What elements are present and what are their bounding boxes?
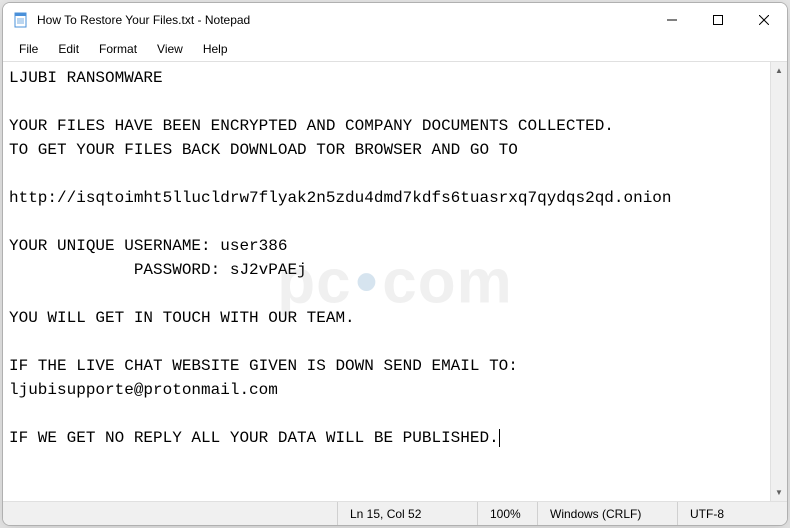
window-controls	[649, 3, 787, 37]
text-editor[interactable]: LJUBI RANSOMWARE YOUR FILES HAVE BEEN EN…	[3, 62, 770, 501]
editor-content: LJUBI RANSOMWARE YOUR FILES HAVE BEEN EN…	[9, 69, 672, 447]
menu-view[interactable]: View	[147, 39, 193, 59]
status-zoom: 100%	[477, 502, 537, 525]
status-encoding: UTF-8	[677, 502, 787, 525]
menu-edit[interactable]: Edit	[48, 39, 89, 59]
scroll-track[interactable]	[771, 79, 787, 484]
maximize-icon	[713, 15, 723, 25]
minimize-button[interactable]	[649, 3, 695, 37]
notepad-icon	[13, 12, 29, 28]
close-button[interactable]	[741, 3, 787, 37]
maximize-button[interactable]	[695, 3, 741, 37]
menu-help[interactable]: Help	[193, 39, 238, 59]
statusbar: Ln 15, Col 52 100% Windows (CRLF) UTF-8	[3, 501, 787, 525]
status-position: Ln 15, Col 52	[337, 502, 477, 525]
menu-format[interactable]: Format	[89, 39, 147, 59]
window-title: How To Restore Your Files.txt - Notepad	[37, 13, 649, 27]
menubar: File Edit Format View Help	[3, 37, 787, 61]
titlebar[interactable]: How To Restore Your Files.txt - Notepad	[3, 3, 787, 37]
scroll-down-icon[interactable]: ▼	[771, 484, 787, 501]
vertical-scrollbar[interactable]: ▲ ▼	[770, 62, 787, 501]
editor-area: LJUBI RANSOMWARE YOUR FILES HAVE BEEN EN…	[3, 61, 787, 501]
notepad-window: How To Restore Your Files.txt - Notepad …	[2, 2, 788, 526]
minimize-icon	[667, 15, 677, 25]
scroll-up-icon[interactable]: ▲	[771, 62, 787, 79]
status-line-ending: Windows (CRLF)	[537, 502, 677, 525]
text-caret	[499, 429, 500, 447]
menu-file[interactable]: File	[9, 39, 48, 59]
close-icon	[759, 15, 769, 25]
